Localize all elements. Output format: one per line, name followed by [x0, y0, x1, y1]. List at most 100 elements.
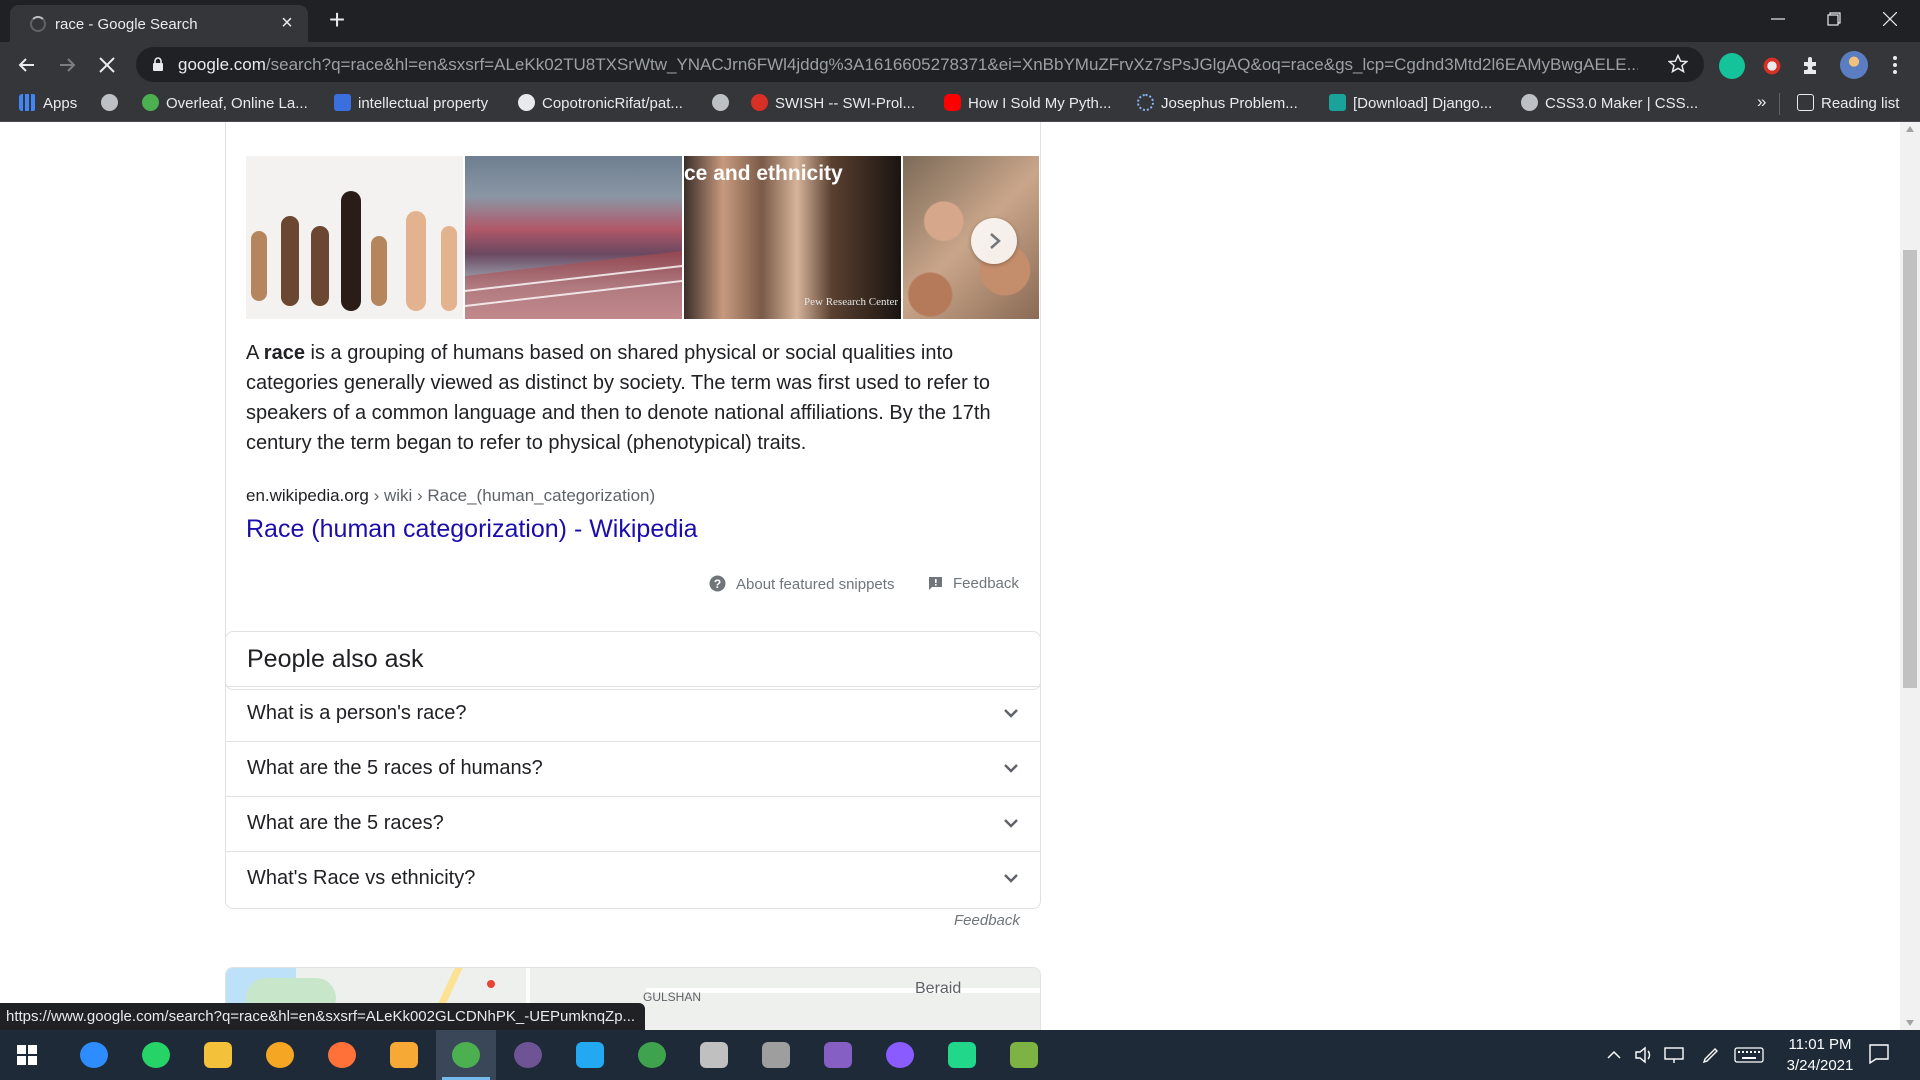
raised-hands-illustration [251, 191, 457, 311]
chevron-down-icon [1004, 709, 1018, 718]
keyboard-icon[interactable] [1734, 1047, 1764, 1063]
tray-expand-icon[interactable] [1607, 1050, 1621, 1060]
paa-question-row[interactable]: What are the 5 races? [226, 796, 1040, 851]
restore-button[interactable] [1806, 0, 1862, 38]
snippet-image-carousel: ce and ethnicity Pew Research Center [246, 156, 1039, 319]
taskbar-app-visual-studio[interactable] [808, 1030, 868, 1080]
extensions-puzzle-icon[interactable] [1800, 54, 1822, 76]
firefox-icon [328, 1042, 356, 1068]
address-bar[interactable]: google.com/search?q=race&hl=en&sxsrf=ALe… [136, 47, 1704, 82]
paa-question-row[interactable]: What's Race vs ethnicity? [226, 851, 1040, 906]
image-race-and-ethnicity[interactable]: ce and ethnicity Pew Research Center [684, 156, 901, 319]
minimize-button[interactable] [1750, 0, 1806, 38]
help-circle-icon: ? [709, 575, 726, 592]
bookmark-swish[interactable]: SWISH -- SWI-Prol... [751, 94, 915, 116]
taskbar-app-whatsapp[interactable] [126, 1030, 186, 1080]
bookmark-css-maker[interactable]: CSS3.0 Maker | CSS... [1521, 94, 1698, 116]
taskbar-app-notepad[interactable] [994, 1030, 1054, 1080]
image-sprinters-race[interactable] [465, 156, 682, 319]
paa-question-row[interactable]: What are the 5 races of humans? [226, 741, 1040, 796]
notepad-icon [1010, 1042, 1038, 1068]
taskbar-app-photo-app[interactable] [374, 1030, 434, 1080]
loading-spinner-icon [30, 16, 46, 32]
taskbar-app-firefox[interactable] [312, 1030, 372, 1080]
bookmark-globe-1[interactable] [101, 94, 125, 116]
bookmark-intellectual-property[interactable]: intellectual property [334, 94, 488, 116]
svg-text:?: ? [714, 577, 721, 591]
wikipedia-result-link[interactable]: Race (human categorization) - Wikipedia [246, 515, 698, 544]
extension-icon[interactable] [1759, 53, 1785, 79]
taskbar-app-chrome[interactable] [436, 1030, 496, 1080]
lock-icon [153, 57, 163, 71]
people-also-ask-box: People also ask What is a person's race?… [225, 631, 1041, 909]
messenger-icon [886, 1042, 914, 1068]
close-window-button[interactable] [1862, 0, 1918, 38]
scroll-thumb[interactable] [1903, 250, 1917, 688]
bookmarks-overflow-button[interactable]: » [1757, 92, 1766, 114]
taskbar-app-vscode[interactable] [560, 1030, 620, 1080]
taskbar-clock[interactable]: 11:01 PM 3/24/2021 [1770, 1034, 1870, 1076]
taskbar-app-teams[interactable] [64, 1030, 124, 1080]
scroll-up-arrow-icon[interactable] [1906, 126, 1914, 132]
link-status-bubble: https://www.google.com/search?q=race&hl=… [0, 1003, 646, 1030]
taskbar-app-messenger[interactable] [870, 1030, 930, 1080]
globe-icon [712, 94, 729, 111]
close-icon [1883, 12, 1897, 26]
stop-loading-button[interactable] [92, 50, 122, 80]
taskbar-app-spyder[interactable] [684, 1030, 744, 1080]
volume-icon[interactable] [1634, 1045, 1654, 1065]
result-breadcrumb[interactable]: en.wikipedia.org › wiki › Race_(human_ca… [246, 486, 655, 506]
paa-question-row[interactable]: What is a person's race? [226, 686, 1040, 741]
bookmark-github-repo[interactable]: CopotronicRifat/pat... [518, 94, 683, 116]
bookmark-josephus[interactable]: Josephus Problem... [1137, 94, 1298, 116]
back-button[interactable] [12, 50, 42, 80]
minimize-icon [1771, 18, 1785, 20]
stop-icon [99, 57, 115, 73]
snippet-feedback-link[interactable]: Feedback [928, 575, 1019, 592]
taskbar-app-pycharm[interactable] [932, 1030, 992, 1080]
map-pin-icon [487, 980, 495, 988]
taskbar-app-earth[interactable] [622, 1030, 682, 1080]
bookmark-overleaf[interactable]: Overleaf, Online La... [142, 94, 308, 116]
image-raised-hands[interactable] [246, 156, 463, 319]
windows-start-icon[interactable] [17, 1045, 37, 1065]
pycharm-icon [948, 1042, 976, 1068]
taskbar-app-file-explorer[interactable] [188, 1030, 248, 1080]
about-featured-snippets-link[interactable]: ? About featured snippets [709, 575, 894, 593]
paa-feedback-link[interactable]: Feedback [954, 912, 1020, 929]
github-desktop-icon [514, 1042, 542, 1068]
page-scrollbar[interactable] [1900, 122, 1920, 1030]
taskbar-app-anaconda[interactable] [746, 1030, 806, 1080]
feedback-icon [929, 577, 942, 590]
taskbar-app-vpn[interactable] [250, 1030, 310, 1080]
clock-time: 11:01 PM [1788, 1036, 1852, 1053]
grammarly-extension-icon[interactable] [1719, 53, 1745, 79]
tab-strip: race - Google Search × + [0, 0, 1920, 42]
scroll-down-arrow-icon[interactable] [1906, 1020, 1914, 1026]
vpn-icon [266, 1042, 294, 1068]
close-tab-icon[interactable]: × [276, 12, 298, 34]
pen-icon[interactable] [1701, 1045, 1721, 1065]
photo-app-icon [390, 1042, 418, 1068]
new-tab-button[interactable]: + [323, 6, 351, 34]
bookmark-star-icon[interactable] [1668, 54, 1688, 74]
bookmark-django[interactable]: [Download] Django... [1329, 94, 1492, 116]
tab-race-google-search[interactable]: race - Google Search × [10, 5, 308, 42]
chevron-down-icon [1004, 764, 1018, 773]
notifications-icon[interactable] [1868, 1043, 1890, 1065]
network-icon[interactable] [1664, 1046, 1684, 1064]
django-icon [1329, 94, 1346, 111]
bookmark-apps[interactable]: Apps [19, 94, 77, 116]
globe-icon [1521, 94, 1538, 111]
bookmark-globe-2[interactable] [712, 94, 736, 116]
carousel-next-button[interactable] [971, 218, 1017, 264]
file-explorer-icon [204, 1042, 232, 1068]
browser-menu-icon[interactable] [1885, 54, 1905, 76]
bookmarks-bar: Apps Overleaf, Online La... intellectual… [0, 87, 1920, 122]
forward-button[interactable] [52, 50, 82, 80]
profile-avatar[interactable] [1840, 51, 1868, 79]
taskbar-app-github-desktop[interactable] [498, 1030, 558, 1080]
reading-list-button[interactable]: Reading list [1797, 94, 1899, 116]
clock-date: 3/24/2021 [1786, 1057, 1854, 1074]
bookmark-youtube[interactable]: How I Sold My Pyth... [944, 94, 1111, 116]
